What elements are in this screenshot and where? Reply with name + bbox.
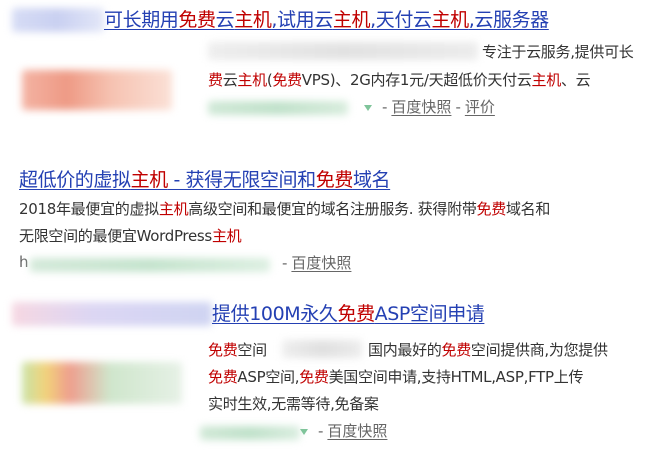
- text-segment: 超低价的虚拟: [19, 169, 131, 191]
- result-2-snapshot-link[interactable]: 百度快照: [291, 254, 351, 272]
- text-segment: 云: [222, 71, 238, 89]
- text-segment: 空间: [237, 341, 267, 359]
- highlight-keyword: 免费: [208, 368, 238, 386]
- text-segment: 专注于云服务,提供可长: [482, 43, 634, 61]
- text-segment: 域名和: [505, 200, 551, 218]
- result-3-line-3: 实时生效,无需等待,免备案: [208, 393, 379, 414]
- highlight-keyword: 免费: [315, 169, 354, 191]
- text-segment: ,天付云: [370, 9, 432, 31]
- dropdown-arrow-icon[interactable]: [364, 104, 372, 111]
- highlight-keyword: 主机: [237, 71, 267, 89]
- result-2-url-row: - 百度快照: [282, 254, 352, 272]
- highlight-keyword: 免费: [178, 9, 216, 31]
- result-1-review-link[interactable]: 评价: [465, 98, 495, 116]
- result-2-url-prefix: h: [19, 253, 29, 271]
- result-3-line-1b: 国内最好的免费空间提供商,为您提供: [368, 339, 608, 360]
- highlight-keyword: 主机: [234, 9, 272, 31]
- text-segment: 国内最好的: [368, 341, 442, 359]
- highlight-keyword: 免费: [337, 303, 375, 325]
- highlight-keyword: 免费: [272, 71, 302, 89]
- result-3-thumbnail: [22, 362, 182, 404]
- result-1-title[interactable]: 可长期用免费云主机,试用云主机,天付云主机,云服务器: [104, 5, 549, 32]
- text-segment: 、云: [560, 71, 591, 89]
- result-3-line-1a: 免费空间: [208, 339, 267, 360]
- result-1-url-row: - 百度快照 - 评价: [360, 96, 495, 117]
- result-2-title[interactable]: 超低价的虚拟主机 - 获得无限空间和免费域名: [19, 165, 391, 192]
- result-2-line-1: 2018年最便宜的虚拟主机高级空间和最便宜的域名注册服务. 获得附带免费域名和: [19, 198, 550, 219]
- result-1-line-1: 专注于云服务,提供可长: [482, 41, 634, 62]
- text-segment: ASP空间申请: [374, 303, 485, 325]
- text-segment: 提供100M永久: [212, 303, 338, 325]
- text-segment: ASP空间,: [237, 368, 300, 386]
- result-2-line-2: 无限空间的最便宜WordPress主机: [19, 225, 242, 246]
- result-3-line-2: 免费ASP空间,免费美国空间申请,支持HTML,ASP,FTP上传: [208, 366, 583, 387]
- highlight-keyword: 主机: [158, 200, 189, 218]
- text-segment: 空间提供商,为您提供: [470, 341, 608, 359]
- blurred-title-prefix: [12, 302, 212, 326]
- blurred-title-prefix: [12, 8, 104, 32]
- result-1-line-2: 费云主机(免费VPS)、2G内存1元/天超低价天付云主机、云: [208, 69, 591, 90]
- highlight-keyword: 主机: [431, 9, 470, 31]
- text-segment: VPS)、2G内存1元/天超低价天付云: [301, 71, 532, 89]
- text-segment: 美国空间申请,支持HTML,ASP,FTP上传: [328, 368, 584, 386]
- highlight-keyword: 主机: [130, 169, 169, 191]
- highlight-keyword: 免费: [476, 200, 507, 218]
- text-segment: 域名: [352, 169, 391, 191]
- highlight-keyword: 免费: [208, 341, 238, 359]
- text-segment: ,云服务器: [468, 9, 549, 31]
- result-3-url: [200, 426, 300, 440]
- dropdown-arrow-icon[interactable]: [300, 428, 308, 435]
- text-segment: 高级空间和最便宜的域名注册服务. 获得附带: [188, 200, 477, 218]
- text-segment: 云: [215, 9, 235, 31]
- highlight-keyword: 费: [208, 71, 223, 89]
- result-2-url: [30, 258, 270, 272]
- highlight-keyword: 免费: [299, 368, 329, 386]
- blurred-snippet-mid: [282, 340, 362, 358]
- blurred-snippet-prefix: [208, 42, 478, 60]
- text-segment: 无限空间的最便宜WordPress: [19, 227, 212, 245]
- highlight-keyword: 主机: [211, 227, 242, 245]
- highlight-keyword: 主机: [531, 71, 562, 89]
- highlight-keyword: 主机: [332, 9, 371, 31]
- text-segment: ,试用云: [271, 9, 333, 31]
- result-1-thumbnail: [22, 70, 172, 110]
- result-3-url-row: - 百度快照: [296, 420, 387, 441]
- text-segment: 可长期用: [104, 9, 179, 31]
- highlight-keyword: 免费: [441, 341, 472, 359]
- result-3-title[interactable]: 提供100M永久免费ASP空间申请: [212, 299, 485, 326]
- result-3-snapshot-link[interactable]: 百度快照: [327, 422, 387, 440]
- text-segment: 实时生效,无需等待,免备案: [208, 395, 379, 413]
- result-1-url: [208, 101, 348, 115]
- text-segment: - 获得无限空间和: [167, 169, 316, 191]
- result-1-snapshot-link[interactable]: 百度快照: [391, 98, 451, 116]
- text-segment: 2018年最便宜的虚拟: [19, 200, 159, 218]
